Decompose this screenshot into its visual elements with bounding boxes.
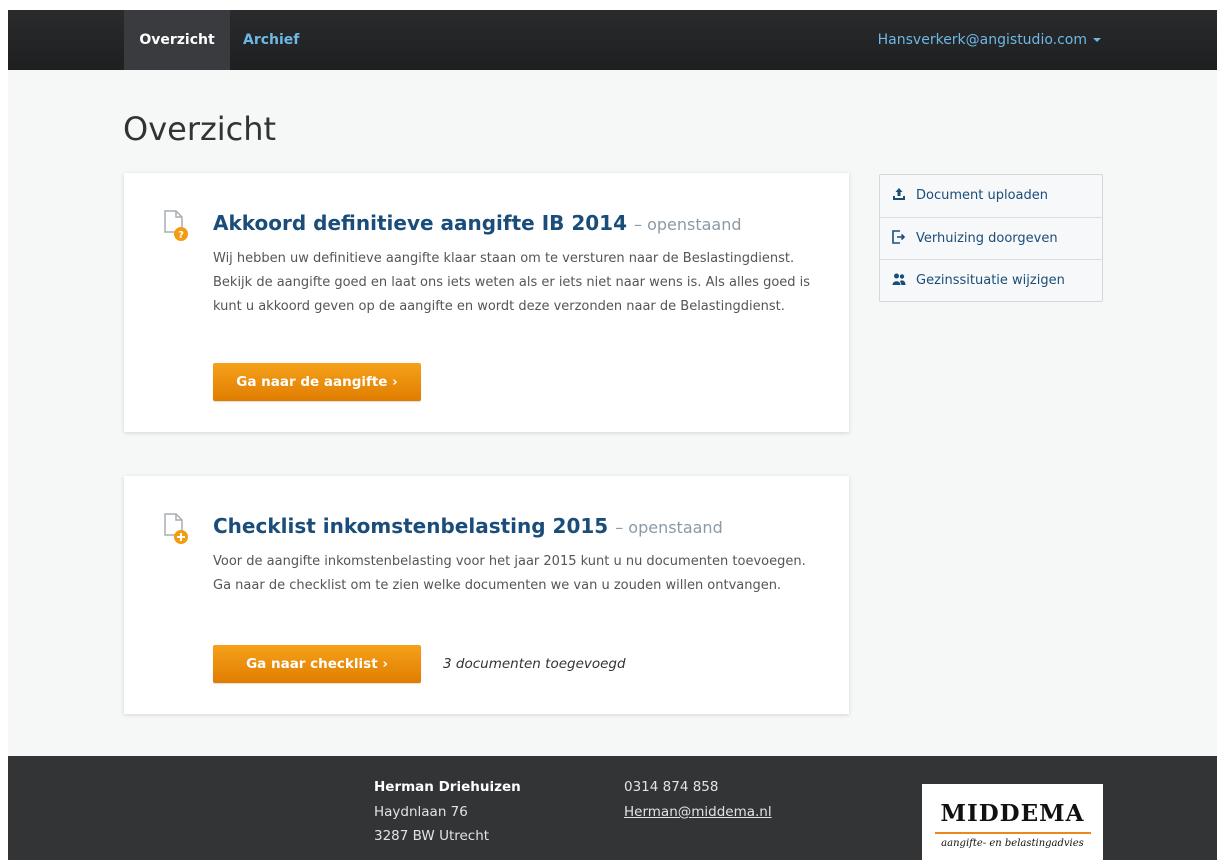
card-title: Checklist inkomstenbelasting 2015 – open… — [213, 514, 723, 538]
window-left-edge — [0, 0, 8, 860]
card-status: – openstaand — [615, 518, 723, 537]
action-sidebar: Document uploaden Verhuizing doorgeven G… — [879, 174, 1103, 302]
user-email: Hansverkerk@angistudio.com — [877, 32, 1087, 48]
users-icon — [892, 273, 906, 285]
advisor-phone: 0314 874 858 — [624, 779, 719, 795]
advisor-street: Haydnlaan 76 — [374, 804, 468, 820]
card-status: – openstaand — [633, 215, 742, 234]
advisor-city: 3287 BW Utrecht — [374, 828, 490, 844]
nav-tab-overzicht[interactable]: Overzicht — [124, 10, 230, 70]
logo-divider — [934, 832, 1091, 834]
sidebar-item-moving[interactable]: Verhuizing doorgeven — [880, 217, 1102, 259]
upload-icon — [893, 188, 905, 200]
company-logo: MIDDEMA aangifte- en belastingadvies — [922, 784, 1103, 860]
task-card: ? Akkoord definitieve aangifte IB 2014 –… — [124, 173, 849, 432]
documents-added-note: 3 documenten toegevoegd — [443, 656, 626, 672]
go-to-checklist-button[interactable]: Ga naar checklist › — [213, 645, 421, 683]
nav-tab-archief[interactable]: Archief — [243, 10, 299, 70]
document-add-icon — [164, 513, 188, 544]
logo-tagline: aangifte- en belastingadvies — [941, 838, 1084, 849]
window-top-edge — [0, 0, 1217, 10]
svg-text:?: ? — [178, 230, 184, 241]
sign-out-icon — [892, 230, 906, 244]
card-title: Akkoord definitieve aangifte IB 2014 – o… — [213, 211, 742, 235]
top-navbar: Overzicht Archief Hansverkerk@angistudio… — [8, 10, 1217, 70]
sidebar-item-document-upload[interactable]: Document uploaden — [880, 175, 1102, 217]
go-to-declaration-button[interactable]: Ga naar de aangifte › — [213, 363, 421, 401]
user-menu[interactable]: Hansverkerk@angistudio.com — [878, 10, 1101, 70]
logo-wordmark: MIDDEMA — [940, 800, 1085, 827]
sidebar-item-label: Verhuizing doorgeven — [916, 231, 1058, 246]
card-description: Voor de aangifte inkomstenbelasting voor… — [213, 554, 806, 593]
sidebar-item-label: Document uploaden — [916, 188, 1048, 203]
caret-down-icon — [1093, 38, 1101, 42]
advisor-name: Herman Driehuizen — [374, 779, 521, 795]
card-description: Wij hebben uw definitieve aangifte klaar… — [213, 251, 811, 314]
sidebar-item-label: Gezinssituatie wijzigen — [916, 273, 1065, 288]
task-card: Checklist inkomstenbelasting 2015 – open… — [124, 476, 849, 714]
card-title-text: Checklist inkomstenbelasting 2015 — [213, 514, 609, 538]
document-question-icon: ? — [164, 210, 188, 241]
page-title: Overzicht — [123, 110, 277, 148]
card-title-text: Akkoord definitieve aangifte IB 2014 — [213, 211, 628, 235]
sidebar-item-family-situation[interactable]: Gezinssituatie wijzigen — [880, 259, 1102, 301]
footer: Herman Driehuizen Haydnlaan 76 3287 BW U… — [8, 756, 1217, 860]
advisor-email-link[interactable]: Herman@middema.nl — [624, 804, 772, 820]
